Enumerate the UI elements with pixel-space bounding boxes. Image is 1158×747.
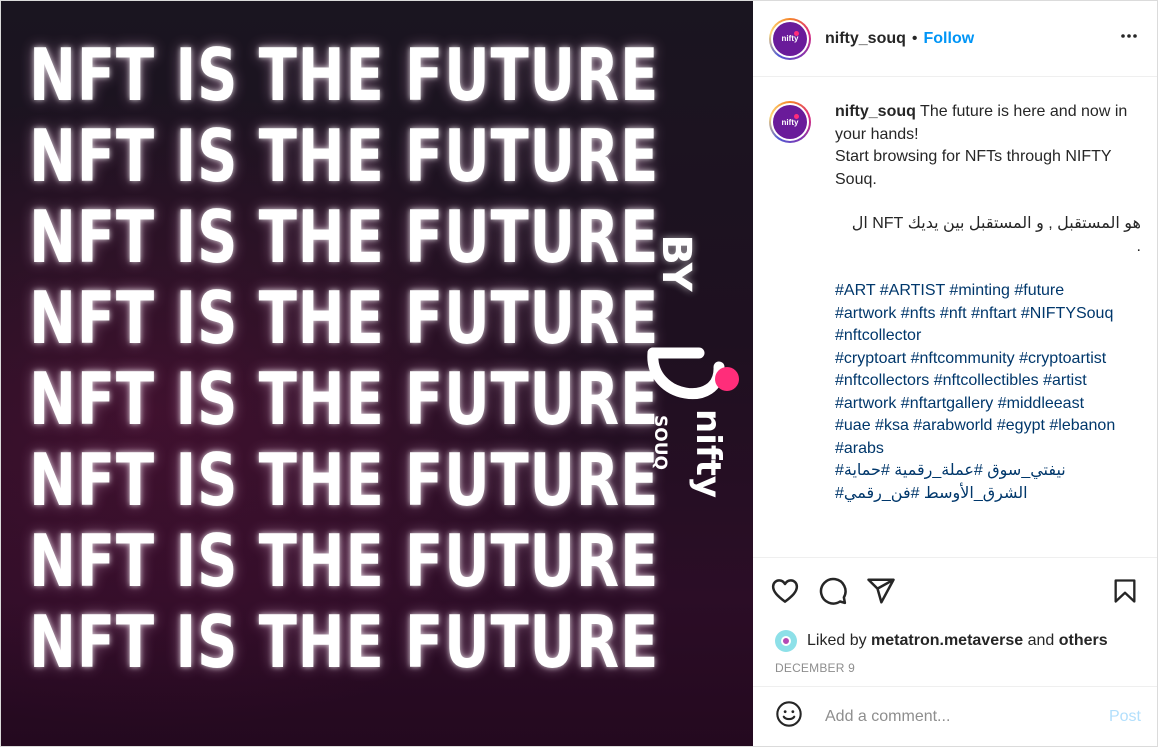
hashtag-line[interactable]: #uae #ksa #arabworld #egypt #lebanon [835, 415, 1141, 438]
nifty-souq-logo: nifty SOUQ [647, 347, 739, 498]
comment-bar: Post [753, 686, 1157, 746]
caption-arabic: هو المستقبل , و المستقبل بين يديك NFT ال [851, 215, 1141, 232]
arabic-hashtag-line[interactable]: الشرق_الأوسط #فن_رقمي# [835, 483, 1141, 506]
emoji-icon[interactable] [775, 700, 803, 733]
likes-prefix: Liked by [807, 632, 867, 649]
likes-others-link[interactable]: others [1059, 632, 1108, 650]
hashtag-line[interactable]: #cryptoart #nftcommunity #cryptoartist [835, 348, 1141, 371]
comment-icon[interactable] [817, 575, 849, 607]
headline-line: NFT IS THE FUTURE [29, 33, 660, 117]
logo-wordmark-souq: SOUQ [650, 415, 670, 470]
caption-line-2: Start browsing for NFTs through NIFTY So… [835, 148, 1112, 188]
separator-bullet: • [911, 29, 918, 47]
post-date[interactable]: DECEMBER 9 [753, 658, 1157, 686]
by-label: BY [653, 234, 699, 292]
headline-line: NFT IS THE FUTURE [29, 357, 660, 441]
headline-line: NFT IS THE FUTURE [29, 195, 660, 279]
arabic-hashtag-line[interactable]: نيفتي_سوق #عملة_رقمية #حماية# [835, 460, 1141, 483]
avatar[interactable]: nifty [769, 17, 811, 60]
hashtag-line[interactable]: #nftcollector [835, 325, 1141, 348]
caption-arabic-dot: . [1136, 237, 1141, 255]
post-side-panel: nifty nifty_souq • Follow nifty nifty_so… [753, 1, 1157, 746]
hashtag-line[interactable]: #artwork #nfts #nft #nftart #NIFTYSouq [835, 303, 1141, 326]
headline-line: NFT IS THE FUTURE [29, 519, 660, 603]
caption-avatar[interactable]: nifty [769, 101, 811, 143]
liker-avatar[interactable] [775, 630, 797, 652]
caption-section: nifty nifty_souq The future is here and … [753, 77, 1157, 558]
headline-line: NFT IS THE FUTURE [29, 276, 660, 360]
caption-username[interactable]: nifty_souq [835, 103, 916, 120]
instagram-post: NFT IS THE FUTURE NFT IS THE FUTURE NFT … [0, 0, 1158, 747]
post-comment-button[interactable]: Post [1109, 708, 1141, 726]
action-bar [753, 558, 1157, 624]
header-username[interactable]: nifty_souq [825, 30, 906, 48]
logo-wordmark-nifty: nifty [688, 409, 728, 498]
headline-line: NFT IS THE FUTURE [29, 600, 660, 684]
bookmark-icon[interactable] [1109, 575, 1141, 607]
caption-text: nifty_souq The future is here and now in… [835, 101, 1141, 505]
headline-line: NFT IS THE FUTURE [29, 114, 660, 198]
more-options-icon[interactable] [1117, 24, 1141, 54]
hashtag-line[interactable]: #arabs [835, 438, 1141, 461]
liker-username[interactable]: metatron.metaverse [871, 632, 1023, 650]
headline-line: NFT IS THE FUTURE [29, 438, 660, 522]
headline-stack: NFT IS THE FUTURE NFT IS THE FUTURE NFT … [29, 33, 660, 684]
hashtag-line[interactable]: #ART #ARTIST #minting #future [835, 280, 1141, 303]
hashtag-line[interactable]: #artwork #nftartgallery #middleeast [835, 393, 1141, 416]
follow-button[interactable]: Follow [924, 30, 975, 48]
heart-icon[interactable] [769, 575, 801, 607]
likes-summary: Liked by metatron.metaverse and others [753, 624, 1157, 658]
post-header: nifty nifty_souq • Follow [753, 1, 1157, 77]
likes-and: and [1027, 632, 1055, 649]
hashtag-block: #ART #ARTIST #minting #future #artwork #… [835, 280, 1141, 460]
hashtag-line[interactable]: #nftcollectors #nftcollectibles #artist [835, 370, 1141, 393]
share-icon[interactable] [865, 575, 897, 607]
comment-input[interactable] [823, 706, 1109, 727]
post-image[interactable]: NFT IS THE FUTURE NFT IS THE FUTURE NFT … [1, 1, 753, 746]
